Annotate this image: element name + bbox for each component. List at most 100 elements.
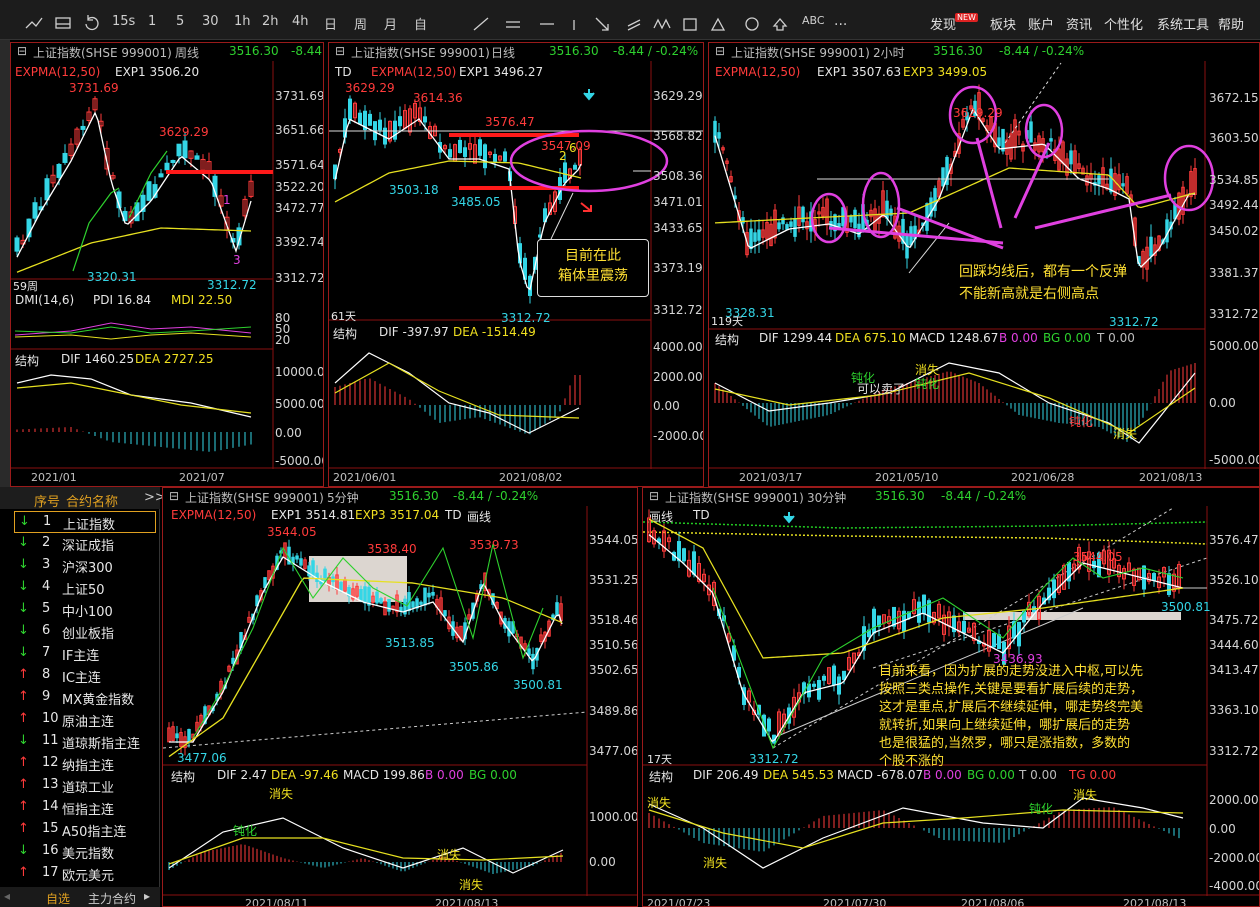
axis-label: 3312.72 [653, 303, 703, 317]
candle-body [1049, 138, 1053, 142]
candle-body [527, 648, 531, 656]
date-label: 2021/08/02 [499, 471, 563, 484]
watchlist-item[interactable]: ↓ 1 上证指数 [14, 511, 156, 533]
arrow-up-icon: ↑ [18, 799, 29, 814]
menu-sectors[interactable]: 板块 [990, 14, 1016, 33]
candle-body [892, 606, 896, 627]
candle-body [339, 581, 343, 591]
candle-body [801, 206, 805, 223]
menu-system-tools[interactable]: 系统工具 [1157, 14, 1209, 33]
candle-body [1097, 175, 1101, 185]
arrow-down-icon: ↓ [18, 623, 29, 638]
candle-body [176, 143, 182, 157]
macd-tag: 消失 [647, 796, 672, 810]
axis-label: 3492.44 [1209, 198, 1259, 212]
candle-body [832, 665, 836, 686]
tool-week[interactable]: 周 [354, 14, 367, 33]
candle-body [1001, 128, 1005, 152]
menu-account[interactable]: 账户 [1028, 14, 1054, 33]
panel-5m[interactable]: ⊟ 上证指数(SHSE 999001) 5分钟 3516.30 -8.44 / … [162, 487, 638, 907]
watchlist-item[interactable]: ↑ 8 IC主连 [14, 665, 156, 687]
tool-30m[interactable]: 30 [202, 14, 219, 29]
annotation-note: 目前来看，因为扩展的走势没进入中枢,可以先 按照三类点操作,关键是要看扩展后续的… [879, 663, 1143, 771]
candle-body [563, 162, 567, 183]
watchlist-item[interactable]: ↑ 14 恒指主连 [14, 797, 156, 819]
watchlist-item[interactable]: ↑ 10 原油主连 [14, 709, 156, 731]
label-price: 3505.86 [449, 660, 499, 674]
watchlist-item[interactable]: ↓ 6 创业板指 [14, 621, 156, 643]
tab-main-contracts[interactable]: 主力合约 [88, 890, 136, 907]
candle-body [992, 632, 996, 648]
candle-body [62, 152, 68, 163]
axis-label: 3477.06 [589, 744, 638, 758]
watchlist-item[interactable]: ↑ 12 纳指主连 [14, 753, 156, 775]
item-name: 上证50 [62, 583, 105, 598]
watchlist-item[interactable]: ↑ 13 道琼工业 [14, 775, 156, 797]
tool-1m[interactable]: 1 [148, 14, 156, 29]
panel-daily[interactable]: ⊟ 上证指数(SHSE 999001) 日线 3516.30 -8.44 / -… [328, 42, 704, 487]
dif-value: DIF 1299.44 [759, 331, 833, 345]
candle-body [1029, 121, 1033, 143]
tool-15s[interactable]: 15s [112, 14, 135, 29]
macd-axis: 5000.00 [1209, 339, 1259, 353]
candle-body [419, 601, 423, 605]
candle-body [1149, 236, 1153, 257]
annotation-line: 按照三类点操作,关键是要看扩展后续的走势， [879, 682, 1144, 697]
pdi-value: PDI 16.84 [93, 293, 152, 307]
tool-month[interactable]: 月 [384, 14, 397, 33]
col-seq[interactable]: 序号 [34, 491, 60, 510]
watchlist-header: 序号 合约名称 >> [0, 487, 166, 510]
tool-1h[interactable]: 1h [234, 14, 251, 29]
menu-news[interactable]: 资讯 [1066, 14, 1092, 33]
panel-weekly[interactable]: ⊟ 上证指数(SHSE 999001) 周线 3516.30 -8.44 EXP… [10, 42, 324, 487]
macd-label: 结构 [171, 770, 196, 784]
panel-2h[interactable]: ⊟ 上证指数(SHSE 999001) 2小时 3516.30 -8.44 / … [708, 42, 1260, 487]
menu-help[interactable]: 帮助 [1218, 14, 1244, 33]
tool-day[interactable]: 日 [324, 14, 337, 33]
candle-body [872, 608, 876, 634]
candle-body [359, 589, 363, 601]
menu-personalize[interactable]: 个性化 [1104, 14, 1143, 33]
item-number: 2 [42, 535, 51, 550]
annotation-line: 目前在此 [565, 248, 621, 264]
b-value: B 0.00 [923, 768, 962, 782]
tool-abc-text[interactable]: ABC [802, 14, 825, 27]
candle-body [483, 144, 487, 169]
watchlist-item[interactable]: ↓ 2 深证成指 [14, 533, 156, 555]
candle-body [922, 594, 926, 615]
watchlist-item[interactable]: ↓ 5 中小100 [14, 599, 156, 621]
label-price: 3614.36 [413, 91, 463, 105]
dif-value: DIF 1460.25 [61, 352, 135, 366]
axis-label: 3413.47 [1209, 663, 1259, 677]
item-number: 6 [42, 623, 51, 638]
tool-2h[interactable]: 2h [262, 14, 279, 29]
menu-discover[interactable]: 发现 [930, 14, 956, 33]
arrow-up-icon: ↑ [18, 711, 29, 726]
watchlist-item[interactable]: ↓ 3 沪深300 [14, 555, 156, 577]
col-name[interactable]: 合约名称 [66, 491, 118, 510]
date-label: 2021/06/28 [1011, 471, 1075, 484]
watchlist-item[interactable]: ↓ 7 IF主连 [14, 643, 156, 665]
tool-5m[interactable]: 5 [176, 14, 184, 29]
candle-body [1173, 203, 1177, 220]
candle-body [677, 541, 681, 562]
watchlist-item[interactable]: ↑ 15 A50指主连 [14, 819, 156, 841]
macd-tag: 消失 [703, 856, 728, 870]
watchlist-item[interactable]: ↓ 16 美元指数 [14, 841, 156, 863]
bg-value: BG 0.00 [469, 768, 517, 782]
tool-4h[interactable]: 4h [292, 14, 309, 29]
macd-value: MACD -678.07 [837, 768, 924, 782]
dea-value: DEA 545.53 [763, 768, 834, 782]
tab-favorites[interactable]: 自选 [46, 890, 70, 907]
watchlist-item[interactable]: ↑ 17 欧元美元 [14, 863, 156, 885]
panel-30m[interactable]: ⊟ 上证指数(SHSE 999001) 30分钟 3516.30 -8.44 /… [642, 487, 1260, 907]
axis-label: 3373.19 [653, 261, 703, 275]
macd-tag: 消失 [269, 787, 294, 801]
annotation-line: 就转折,如果向上继续延伸，哪扩展后的走势 [879, 718, 1131, 733]
watchlist-item[interactable]: ↓ 4 上证50 [14, 577, 156, 599]
watchlist-item[interactable]: ↑ 9 MX黄金指数 [14, 687, 156, 709]
dea-value: DEA -1514.49 [453, 325, 536, 339]
tool-custom[interactable]: 自 [414, 14, 427, 33]
macd-line [168, 837, 564, 865]
watchlist-item[interactable]: ↓ 11 道琼斯指主连 [14, 731, 156, 753]
